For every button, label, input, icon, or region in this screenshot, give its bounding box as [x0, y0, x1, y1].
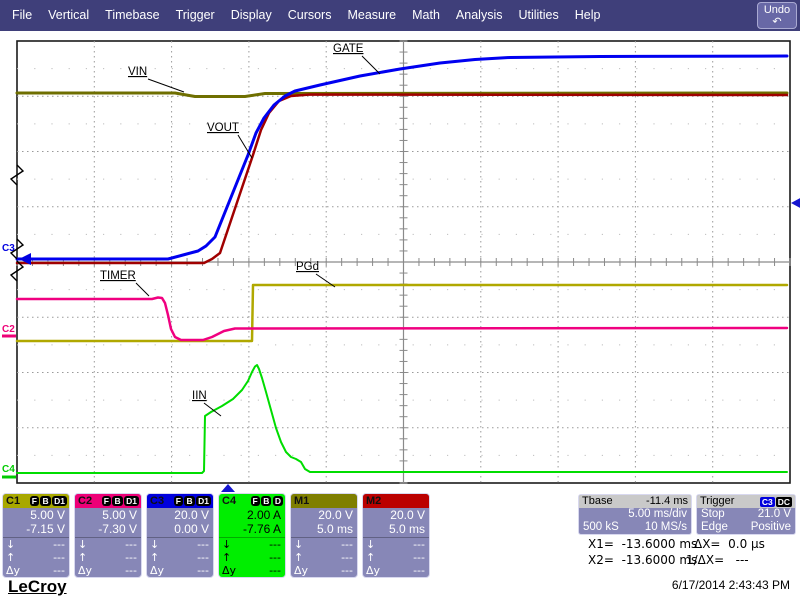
channel-badges: F B D1 — [28, 496, 67, 506]
trigger-position-marker[interactable] — [221, 484, 235, 492]
channel-stats: ↓ --- ↑ --- Δy --- — [147, 537, 213, 577]
timebase-rate: 10 MS/s — [644, 521, 687, 533]
channel-value: 5.0 ms — [388, 522, 425, 536]
channel-stats: ↓ --- ↑ --- Δy --- — [75, 537, 141, 577]
channel-value: 20.0 V — [318, 508, 353, 522]
trigger-source-badges: C3 DC — [759, 495, 792, 508]
channel-stats: ↓ --- ↑ --- Δy --- — [3, 537, 69, 577]
stat-row: Δy --- — [366, 564, 425, 577]
channel-badges: F B D1 — [100, 496, 139, 506]
channel-box-c3[interactable]: C3 F B D1 20.0 V 0.00 V ↓ --- ↑ --- Δy --- — [146, 493, 214, 578]
badge-f: F — [101, 496, 111, 506]
channel-badges: F B D1 — [172, 496, 211, 506]
trigger-level-marker[interactable] — [791, 197, 800, 209]
trigger-level: 21.0 V — [757, 508, 791, 520]
badge-d1: D1 — [124, 496, 139, 506]
cursor-dx-readout: ΔX= 0.0 µs — [694, 537, 765, 551]
stat-row: ↑ --- — [150, 551, 209, 564]
timebase-box[interactable]: Tbase -11.4 ms 5.00 ms/div 500 kS 10 MS/… — [578, 494, 692, 535]
timebase-samples: 500 kS — [583, 521, 619, 533]
cursor-invdx-readout: 1/ΔX= --- — [686, 553, 749, 567]
stat-row: ↑ --- — [78, 551, 137, 564]
stat-row: ↑ --- — [294, 551, 353, 564]
channel-label: M2 — [366, 495, 382, 507]
channel-value: -7.76 A — [242, 522, 281, 536]
badge-b: B — [261, 496, 272, 506]
stat-row: ↑ --- — [6, 551, 65, 564]
channel-value: 5.0 ms — [316, 522, 353, 536]
channel-value: 20.0 V — [390, 508, 425, 522]
channel-box-c1[interactable]: C1 F B D1 5.00 V -7.15 V ↓ --- ↑ --- Δy --- — [2, 493, 70, 578]
badge-f: F — [29, 496, 39, 506]
channel-stats: ↓ --- ↑ --- Δy --- — [363, 537, 429, 577]
badge-f: F — [173, 496, 183, 506]
channel-box-c2[interactable]: C2 F B D1 5.00 V -7.30 V ↓ --- ↑ --- Δy --- — [74, 493, 142, 578]
badge-b: B — [112, 496, 123, 506]
channel-label: C2 — [78, 495, 93, 507]
timebase-scale: 5.00 ms/div — [628, 508, 687, 520]
stat-row: Δy --- — [222, 564, 281, 577]
lecroy-logo: LeCroy — [8, 577, 67, 596]
stat-row: Δy --- — [78, 564, 137, 577]
trace-callout-gate: GATE — [333, 43, 364, 55]
trigger-title: Trigger — [700, 495, 735, 507]
zero-marker-label-c2: C2 — [2, 324, 15, 335]
zero-marker-label-c4: C4 — [2, 464, 15, 475]
trace-callout-vin: VIN — [128, 66, 147, 78]
badge-b: B — [40, 496, 51, 506]
cursor-x1-readout: X1= -13.6000 ms — [588, 537, 698, 551]
trigger-badge-c3: C3 — [759, 496, 775, 507]
badge-d1: D1 — [52, 496, 67, 506]
trigger-box[interactable]: Trigger C3 DC Stop 21.0 V Edge Positive — [696, 494, 796, 535]
stat-row: ↓ --- — [294, 538, 353, 551]
channel-label: C4 — [222, 495, 237, 507]
trigger-slope: Positive — [750, 521, 791, 533]
stat-row: Δy --- — [150, 564, 209, 577]
timebase-title: Tbase — [582, 495, 613, 507]
trigger-type: Edge — [701, 521, 728, 533]
channel-value: -7.15 V — [26, 522, 65, 536]
stat-row: ↓ --- — [366, 538, 425, 551]
stat-row: ↓ --- — [222, 538, 281, 551]
channel-value: 20.0 V — [174, 508, 209, 522]
stat-row: Δy --- — [294, 564, 353, 577]
channel-value: 5.00 V — [30, 508, 65, 522]
channel-box-c4[interactable]: C4 F B D 2.00 A -7.76 A ↓ --- ↑ --- Δy --- — [218, 493, 286, 578]
channel-badges: FBD — [249, 496, 283, 506]
timestamp: 6/17/2014 2:43:43 PM — [671, 578, 790, 592]
stat-row: ↓ --- — [78, 538, 137, 551]
channel-label: C3 — [150, 495, 165, 507]
channel-value: -7.30 V — [98, 522, 137, 536]
trace-callout-pgd: PGd — [296, 261, 319, 273]
channel-value: 0.00 V — [174, 522, 209, 536]
stat-row: ↓ --- — [6, 538, 65, 551]
badge-b: B — [184, 496, 195, 506]
trigger-badge-dc: DC — [775, 496, 792, 507]
channel-value: 5.00 V — [102, 508, 137, 522]
stat-row: ↓ --- — [150, 538, 209, 551]
trace-callout-iin: IIN — [192, 390, 207, 402]
channel-value: 2.00 A — [246, 508, 281, 522]
zero-marker-label-c3: C3 — [2, 243, 15, 254]
channel-stats: ↓ --- ↑ --- Δy --- — [291, 537, 357, 577]
channel-box-m2[interactable]: M2 20.0 V 5.0 ms ↓ --- ↑ --- Δy --- — [362, 493, 430, 578]
trigger-mode: Stop — [701, 508, 725, 520]
channel-label: C1 — [6, 495, 21, 507]
stat-row: ↑ --- — [366, 551, 425, 564]
stat-row: Δy --- — [6, 564, 65, 577]
badge-f: F — [250, 496, 260, 506]
badge-d1: D1 — [196, 496, 211, 506]
cursor-x2-readout: X2= -13.6000 ms — [588, 553, 698, 567]
badge-d: D — [272, 496, 283, 506]
channel-label: M1 — [294, 495, 310, 507]
stat-row: ↑ --- — [222, 551, 281, 564]
trace-callout-vout: VOUT — [207, 122, 239, 134]
channel-stats: ↓ --- ↑ --- Δy --- — [219, 537, 285, 577]
trace-callout-timer: TIMER — [100, 270, 136, 282]
timebase-delay: -11.4 ms — [646, 495, 688, 507]
channel-box-m1[interactable]: M1 20.0 V 5.0 ms ↓ --- ↑ --- Δy --- — [290, 493, 358, 578]
